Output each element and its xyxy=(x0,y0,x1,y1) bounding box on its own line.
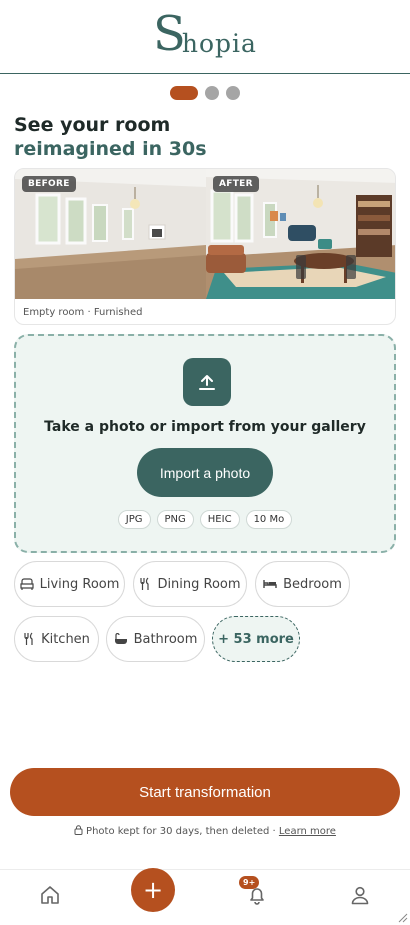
privacy-note: Photo kept for 30 days, then deleted · L… xyxy=(0,825,410,837)
profile-icon xyxy=(351,886,369,905)
upload-dropzone[interactable]: Take a photo or import from your gallery… xyxy=(14,334,396,553)
carousel-indicator xyxy=(0,86,410,100)
logo-initial: S xyxy=(153,6,186,62)
hero-heading: See your room reimagined in 30s xyxy=(14,113,207,161)
chip-living-room[interactable]: Living Room xyxy=(14,561,125,607)
notification-badge: 9+ xyxy=(239,876,260,889)
bathtub-icon xyxy=(114,633,127,644)
home-icon xyxy=(41,886,59,904)
lock-icon xyxy=(74,825,83,835)
upload-title: Take a photo or import from your gallery xyxy=(44,419,366,435)
before-tag: BEFORE xyxy=(22,176,76,192)
after-tag: AFTER xyxy=(213,176,259,192)
cutlery-icon xyxy=(140,577,150,590)
logo-text: hopia xyxy=(181,28,257,58)
chip-label: Dining Room xyxy=(157,576,241,592)
chip-label: Bedroom xyxy=(283,576,342,592)
format-list: JPG PNG HEIC 10 Mo xyxy=(16,510,394,529)
hero-line-2: reimagined in 30s xyxy=(14,138,207,160)
add-button[interactable]: + xyxy=(131,868,175,912)
tab-home[interactable] xyxy=(39,884,61,910)
chip-bedroom[interactable]: Bedroom xyxy=(255,561,350,607)
resize-grip-icon xyxy=(398,913,408,923)
compare-caption: Empty room · Furnished xyxy=(23,307,143,318)
bed-icon xyxy=(263,580,277,588)
start-transformation-button[interactable]: Start transformation xyxy=(10,768,400,816)
format-badge: PNG xyxy=(156,510,194,529)
carousel-dot[interactable] xyxy=(205,86,219,100)
import-photo-button[interactable]: Import a photo xyxy=(137,448,273,497)
tab-profile[interactable] xyxy=(349,884,371,910)
upload-icon[interactable] xyxy=(183,358,231,406)
chip-bathroom[interactable]: Bathroom xyxy=(106,616,205,662)
chip-more-rooms[interactable]: + 53 more xyxy=(212,616,300,662)
carousel-dot[interactable] xyxy=(226,86,240,100)
chip-kitchen[interactable]: Kitchen xyxy=(14,616,99,662)
chip-more-label: + 53 more xyxy=(218,631,294,647)
before-after-card: BEFORE AFTER Empty room · Furnished xyxy=(14,168,396,325)
sofa-icon xyxy=(19,578,34,590)
plus-icon: + xyxy=(142,876,164,904)
chip-label: Living Room xyxy=(39,576,120,592)
chip-label: Bathroom xyxy=(133,631,198,647)
bottom-tab-bar: + 9+ xyxy=(0,868,410,925)
after-photo: AFTER xyxy=(206,169,395,299)
format-badge: JPG xyxy=(117,510,151,529)
size-limit-badge: 10 Mo xyxy=(245,510,293,529)
hero-line-1: See your room xyxy=(14,114,171,136)
app-header: Shopia xyxy=(0,0,410,74)
cutlery-icon xyxy=(24,632,33,645)
chip-label: Kitchen xyxy=(41,631,90,647)
before-photo: BEFORE xyxy=(15,169,206,299)
carousel-dot-active[interactable] xyxy=(170,86,198,100)
learn-more-link[interactable]: Learn more xyxy=(279,826,336,837)
format-badge: HEIC xyxy=(199,510,240,529)
shopia-logo[interactable]: Shopia xyxy=(0,8,410,60)
chip-dining-room[interactable]: Dining Room xyxy=(133,561,247,607)
privacy-text: Photo kept for 30 days, then deleted · xyxy=(86,826,279,837)
